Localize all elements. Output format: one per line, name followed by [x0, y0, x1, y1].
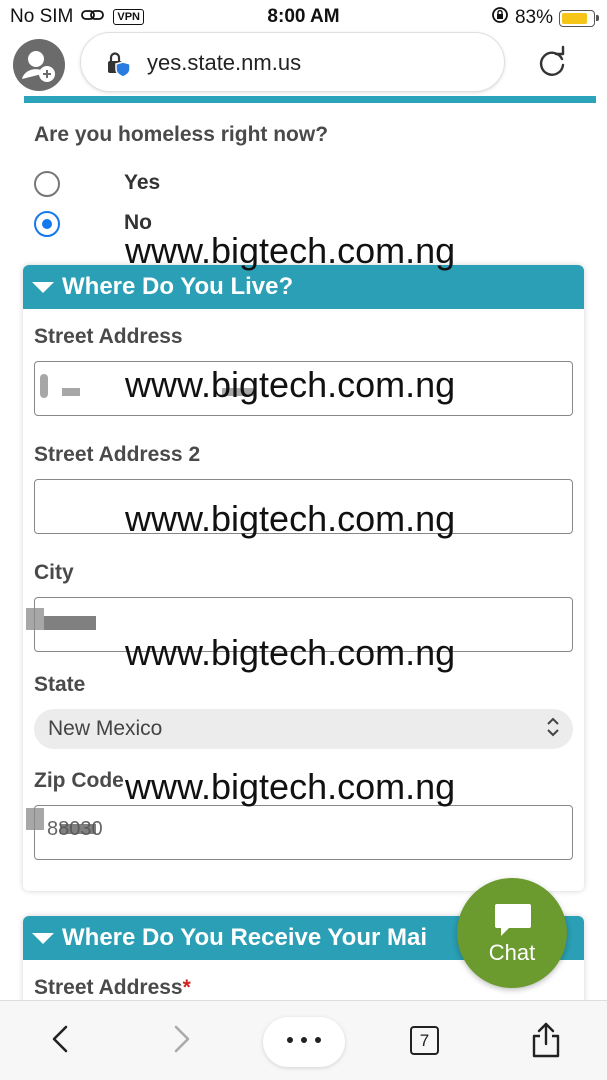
radio-option-yes[interactable]: Yes [34, 171, 160, 197]
collapse-caret-icon [32, 282, 54, 293]
tabs-button[interactable]: 7 [410, 1026, 439, 1055]
redacted-text [26, 808, 44, 830]
city-label: City [34, 561, 74, 584]
select-arrows-icon [545, 716, 561, 744]
street-address-2-label: Street Address 2 [34, 443, 201, 466]
chat-button[interactable]: Chat [457, 878, 567, 988]
watermark-text: www.bigtech.com.ng [125, 230, 456, 271]
collapse-caret-icon [32, 933, 54, 944]
radio-option-no[interactable]: No [34, 211, 152, 237]
mailing-title: Where Do You Receive Your Mai [62, 924, 427, 951]
back-arrow-icon[interactable] [46, 1017, 74, 1066]
radio-yes[interactable] [34, 171, 60, 197]
redacted-text [44, 616, 96, 630]
where-live-title: Where Do You Live? [62, 273, 294, 300]
status-right: 83% [491, 6, 599, 30]
chat-bubble-icon [494, 902, 532, 943]
dot-icon [287, 1037, 293, 1043]
watermark-text: www.bigtech.com.ng [125, 364, 456, 405]
state-label: State [34, 673, 86, 696]
zip-code-input[interactable]: 88030 [34, 805, 573, 860]
mailing-street-address-text: Street Address [34, 976, 183, 999]
status-bar: No SIM VPN 8:00 AM 83% [0, 0, 607, 32]
orientation-lock-icon [491, 6, 509, 30]
required-asterisk: * [182, 976, 191, 999]
redacted-text [60, 824, 96, 834]
radio-yes-label: Yes [124, 171, 161, 194]
url-text: yes.state.nm.us [147, 50, 302, 75]
state-select[interactable]: New Mexico [34, 709, 573, 749]
watermark-text: www.bigtech.com.ng [125, 498, 456, 539]
state-value: New Mexico [48, 717, 163, 740]
previous-panel-edge [24, 96, 596, 106]
dot-icon [301, 1037, 307, 1043]
forward-arrow-icon[interactable] [168, 1017, 196, 1066]
battery-icon [559, 9, 599, 27]
mailing-street-address-label: Street Address* [34, 976, 191, 1000]
homeless-question: Are you homeless right now? [34, 123, 329, 146]
watermark-text: www.bigtech.com.ng [125, 632, 456, 673]
chat-label: Chat [488, 940, 536, 965]
redacted-text [62, 388, 80, 396]
redacted-text [26, 608, 44, 630]
address-bar[interactable]: yes.state.nm.us [80, 32, 505, 92]
dot-icon [315, 1037, 321, 1043]
share-icon[interactable] [530, 1021, 562, 1064]
page-content: Are you homeless right now? Yes No Where… [0, 96, 607, 1000]
lock-shield-icon [103, 49, 133, 84]
battery-percent: 83% [514, 7, 553, 28]
watermark-text: www.bigtech.com.ng [125, 766, 456, 807]
browser-bar: yes.state.nm.us [0, 32, 607, 96]
browser-toolbar: 7 [0, 1000, 607, 1080]
radio-no[interactable] [34, 211, 60, 237]
more-menu-button[interactable] [263, 1017, 345, 1067]
street-address-label: Street Address [34, 325, 183, 348]
zip-code-label: Zip Code [34, 769, 124, 792]
reload-icon[interactable] [534, 45, 570, 86]
profile-avatar-icon[interactable] [13, 39, 65, 91]
redacted-text [40, 374, 48, 398]
